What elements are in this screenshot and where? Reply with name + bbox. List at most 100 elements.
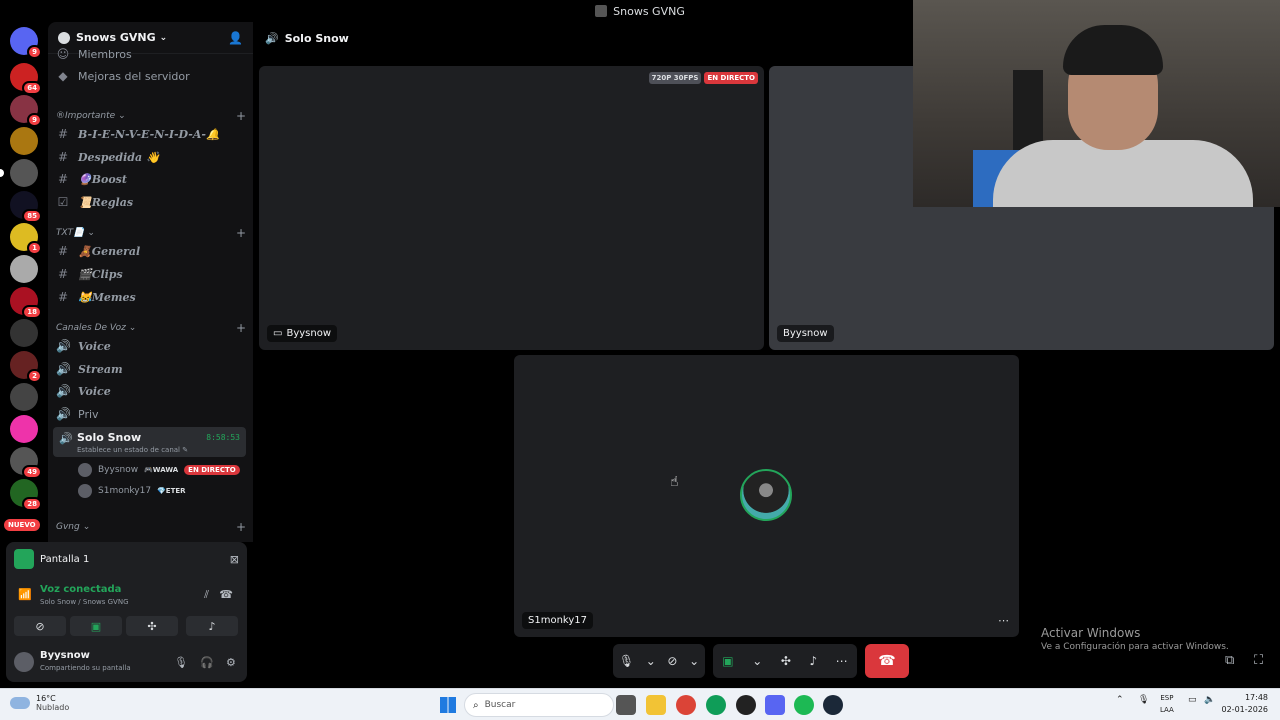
screen-icon bbox=[14, 549, 34, 569]
language-indicator[interactable]: ESP LAA bbox=[1160, 692, 1174, 716]
voice-member[interactable]: Byysnow 🎮WAWA EN DIRECTO bbox=[78, 461, 240, 479]
gear-icon[interactable]: ⚙ bbox=[226, 656, 236, 669]
discord-home-icon[interactable]: 9 bbox=[10, 27, 42, 59]
headphones-icon[interactable]: 🎧 bbox=[200, 656, 214, 669]
member-tag: 🎮WAWA bbox=[144, 466, 179, 474]
weather-widget[interactable]: 16°C Nublado bbox=[10, 694, 69, 712]
add-channel-icon[interactable]: + bbox=[236, 109, 246, 123]
channel-reglas[interactable]: ☑ 📜Reglas bbox=[56, 192, 246, 212]
add-channel-icon[interactable]: + bbox=[236, 321, 246, 335]
user-tile[interactable]: S1monky17 ⋯ bbox=[514, 355, 1019, 637]
category-voz[interactable]: Canales De Voz ⌄ + bbox=[56, 321, 246, 335]
screen-share-button[interactable]: ▣ bbox=[70, 616, 122, 636]
activities-button[interactable]: ✣ bbox=[126, 616, 178, 636]
server-gear-icon bbox=[58, 31, 70, 44]
server-icon[interactable]: 28 bbox=[10, 479, 42, 511]
channel-voice-1[interactable]: 🔊 Voice bbox=[56, 336, 246, 356]
fullscreen-icon[interactable]: ⛶ bbox=[1254, 653, 1263, 668]
server-icon[interactable]: 2 bbox=[10, 351, 42, 383]
steam-icon[interactable] bbox=[823, 695, 843, 715]
channel-voice-2[interactable]: 🔊 Voice bbox=[56, 381, 246, 401]
file-explorer-icon[interactable] bbox=[646, 695, 666, 715]
category-txt[interactable]: TXT📄 ⌄ + bbox=[56, 226, 246, 240]
activities-icon[interactable]: ✣ bbox=[781, 654, 791, 668]
server-icon[interactable] bbox=[10, 127, 38, 155]
channel-status-hint[interactable]: Establece un estado de canal ✎ bbox=[77, 446, 188, 454]
clock-date: 02-01-2026 bbox=[1221, 705, 1269, 714]
add-channel-icon[interactable]: + bbox=[236, 226, 246, 240]
camera-off-icon[interactable]: ⊘ bbox=[667, 654, 677, 668]
voice-connection: 📶 Voz conectada Solo Snow / Snows GVNG ⫽… bbox=[14, 584, 239, 610]
volume-icon[interactable]: 🔈 bbox=[1204, 695, 1215, 705]
add-channel-icon[interactable]: + bbox=[236, 520, 246, 534]
server-icon[interactable] bbox=[10, 255, 38, 283]
server-icon[interactable]: 85 bbox=[10, 191, 42, 223]
signal-icon[interactable]: 📶 bbox=[18, 588, 32, 601]
chrome-profile-icon[interactable] bbox=[706, 695, 726, 715]
server-icon[interactable] bbox=[10, 383, 38, 411]
category-importante[interactable]: ®Importante ⌄ + bbox=[56, 109, 246, 123]
task-view-icon[interactable] bbox=[616, 695, 636, 715]
microphone-icon[interactable]: 🎙 bbox=[619, 654, 634, 668]
chevron-down-icon[interactable]: ⌄ bbox=[689, 654, 699, 668]
stop-share-icon[interactable]: ⊠ bbox=[230, 553, 239, 566]
channel-general[interactable]: # 🧸General bbox=[56, 241, 246, 261]
noise-suppression-icon[interactable]: ⫽ bbox=[204, 588, 209, 602]
channel-priv[interactable]: 🔊 Priv bbox=[56, 404, 246, 424]
popout-icon[interactable]: ⧉ bbox=[1225, 653, 1234, 668]
soundboard-icon[interactable]: ♪ bbox=[809, 654, 817, 668]
system-clock[interactable]: 17:48 02-01-2026 bbox=[1222, 692, 1269, 716]
server-icon[interactable]: 49 bbox=[10, 447, 42, 479]
server-icon[interactable] bbox=[0, 159, 38, 187]
sidebar-item-boosts[interactable]: ◆ Mejoras del servidor bbox=[56, 66, 246, 86]
channel-stream[interactable]: 🔊 Stream bbox=[56, 359, 246, 379]
more-options-icon[interactable]: ⋯ bbox=[836, 654, 848, 668]
stream-tile[interactable]: 720P 30FPS EN DIRECTO ▭ Byysnow bbox=[259, 66, 764, 350]
speaker-icon: 🔊 bbox=[265, 31, 279, 45]
network-icon[interactable]: ▭ bbox=[1188, 695, 1197, 705]
taskbar-search[interactable]: ⌕ Buscar bbox=[464, 693, 614, 717]
category-label: TXT📄 bbox=[56, 228, 85, 238]
microphone-icon[interactable]: 🎙 bbox=[174, 656, 188, 669]
disconnect-icon[interactable]: ☎ bbox=[219, 588, 233, 601]
category-gvng[interactable]: Gvng ⌄ + bbox=[56, 520, 246, 534]
voice-location[interactable]: Solo Snow / Snows GVNG bbox=[40, 598, 129, 606]
server-icon[interactable]: 64 bbox=[10, 63, 42, 95]
server-icon[interactable] bbox=[10, 415, 38, 443]
chevron-down-icon: ⌄ bbox=[118, 111, 126, 121]
channel-clips[interactable]: # 🎬Clips bbox=[56, 264, 246, 284]
tile-name: Byysnow bbox=[783, 328, 828, 339]
channel-boost[interactable]: # 🔮Boost bbox=[56, 169, 246, 189]
app-icon[interactable] bbox=[736, 695, 756, 715]
hang-up-button[interactable]: ☎ bbox=[865, 644, 909, 678]
chevron-down-icon[interactable]: ⌄ bbox=[752, 654, 762, 668]
microphone-icon[interactable]: 🎙 bbox=[1138, 695, 1149, 705]
spotify-icon[interactable] bbox=[794, 695, 814, 715]
server-icon[interactable]: 18 bbox=[10, 287, 42, 319]
windows-taskbar: 16°C Nublado ⌕ Buscar ⌃ 🎙 ESP LAA ▭ 🔈 17… bbox=[0, 688, 1280, 720]
chevron-down-icon[interactable]: ⌄ bbox=[646, 654, 656, 668]
speaker-icon: 🔊 bbox=[56, 339, 71, 353]
channel-memes[interactable]: # 😹Memes bbox=[56, 287, 246, 307]
live-badge: EN DIRECTO bbox=[704, 72, 758, 84]
chrome-icon[interactable] bbox=[676, 695, 696, 715]
sidebar-item-members[interactable]: ☺ Miembros bbox=[56, 44, 246, 64]
chevron-up-icon[interactable]: ⌃ bbox=[1116, 695, 1124, 705]
channel-despedida[interactable]: # Despedida 👋 bbox=[56, 147, 246, 167]
voice-member[interactable]: S1monky17 💎ETER bbox=[78, 482, 186, 500]
server-icon[interactable]: 9 bbox=[10, 95, 42, 127]
windows-start-icon[interactable] bbox=[440, 697, 456, 713]
discord-taskbar-icon[interactable] bbox=[765, 695, 785, 715]
channel-label: 🎬Clips bbox=[78, 267, 123, 281]
channel-bienvenida[interactable]: # B-I-E-N-V-E-N-I-D-A-🔔 bbox=[56, 124, 246, 144]
camera-button[interactable]: ⊘ bbox=[14, 616, 66, 636]
add-user-icon[interactable]: 👤 bbox=[228, 31, 243, 45]
server-icon[interactable] bbox=[10, 319, 38, 347]
active-voice-channel[interactable]: 🔊 Solo Snow Establece un estado de canal… bbox=[53, 427, 246, 457]
more-options-icon[interactable]: ⋯ bbox=[998, 614, 1009, 627]
soundboard-button[interactable]: ♪ bbox=[186, 616, 238, 636]
avatar bbox=[78, 484, 92, 498]
avatar[interactable] bbox=[14, 652, 34, 672]
server-icon[interactable]: 1 bbox=[10, 223, 42, 255]
screen-share-icon[interactable]: ▣ bbox=[722, 654, 733, 668]
